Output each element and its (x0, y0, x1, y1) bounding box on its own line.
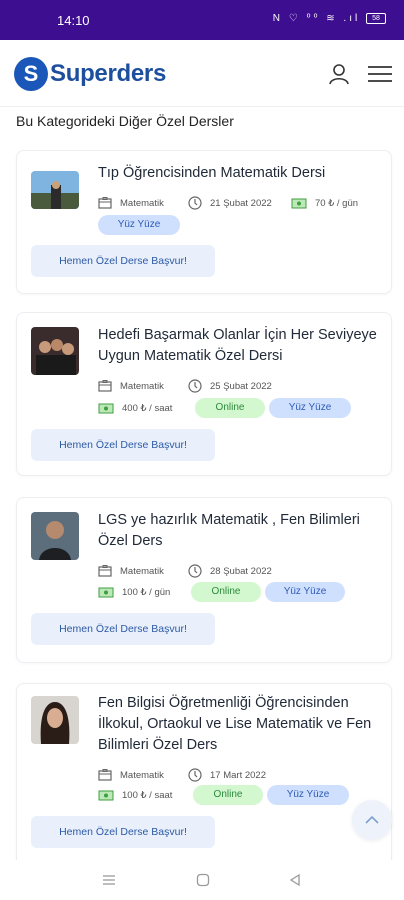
nav-back-icon[interactable] (288, 873, 302, 887)
clock-icon (188, 379, 202, 393)
lesson-subject: Matematik (98, 197, 164, 209)
lesson-price: 400 ₺ / saat (98, 402, 172, 414)
subject-text: Matematik (120, 769, 164, 781)
badge-face-to-face: Yüz Yüze (98, 215, 180, 235)
money-icon (98, 403, 114, 414)
date-text: 17 Mart 2022 (210, 769, 266, 781)
badge-face-to-face: Yüz Yüze (265, 582, 345, 602)
price-text: 100 ₺ / gün (122, 586, 171, 598)
subject-text: Matematik (120, 565, 164, 577)
subject-text: Matematik (120, 380, 164, 392)
book-icon (98, 769, 112, 781)
apply-button[interactable]: Hemen Özel Derse Başvur! (31, 816, 215, 848)
apply-button[interactable]: Hemen Özel Derse Başvur! (31, 429, 215, 461)
lesson-date: 28 Şubat 2022 (188, 564, 272, 578)
lesson-date: 17 Mart 2022 (188, 768, 266, 782)
lesson-card[interactable]: Hedefi Başarmak Olanlar İçin Her Seviyey… (16, 312, 392, 476)
lesson-price: 70 ₺ / gün (291, 197, 358, 209)
status-time: 14:10 (57, 13, 90, 28)
badge-face-to-face: Yüz Yüze (267, 785, 349, 805)
lesson-card[interactable]: LGS ye hazırlık Matematik , Fen Bilimler… (16, 497, 392, 663)
lesson-subject: Matematik (98, 565, 164, 577)
lesson-card[interactable]: Tıp Öğrencisinden Matematik Dersi Matema… (16, 150, 392, 294)
battery-icon: 58 (366, 13, 386, 24)
nav-menu-icon[interactable] (102, 873, 116, 887)
badge-online: Online (191, 582, 261, 602)
teacher-avatar (31, 512, 79, 560)
scroll-top-button[interactable] (352, 800, 392, 840)
hamburger-menu-icon[interactable] (366, 64, 392, 84)
user-icon[interactable] (328, 63, 350, 85)
lesson-subject: Matematik (98, 769, 164, 781)
badge-online: Online (193, 785, 263, 805)
lesson-price: 100 ₺ / gün (98, 586, 170, 598)
price-text: 100 ₺ / saat (122, 789, 173, 801)
teacher-avatar (31, 171, 79, 209)
lesson-title[interactable]: Hedefi Başarmak Olanlar İçin Her Seviyey… (98, 325, 378, 367)
price-text: 400 ₺ / saat (122, 402, 173, 414)
date-text: 28 Şubat 2022 (210, 565, 272, 577)
lesson-title[interactable]: Fen Bilgisi Öğretmenliği Öğrencisinden İ… (98, 693, 378, 756)
app-header: S Superders (0, 40, 404, 107)
subject-text: Matematik (120, 197, 164, 209)
apply-button[interactable]: Hemen Özel Derse Başvur! (31, 613, 215, 645)
clock-icon (188, 196, 202, 210)
section-title: Bu Kategorideki Diğer Özel Dersler (16, 113, 234, 129)
teacher-avatar (31, 327, 79, 375)
status-bar: 14:10 N ♡ ⁰⁰ ≋ .ıl 58 (0, 0, 404, 40)
apply-button[interactable]: Hemen Özel Derse Başvur! (31, 245, 215, 277)
book-icon (98, 380, 112, 392)
badge-face-to-face: Yüz Yüze (269, 398, 351, 418)
superders-logo[interactable]: S Superders (14, 56, 166, 92)
money-icon (98, 587, 114, 598)
logo-mark: S (14, 57, 48, 91)
lesson-card[interactable]: Fen Bilgisi Öğretmenliği Öğrencisinden İ… (16, 683, 392, 885)
badge-online: Online (195, 398, 265, 418)
date-text: 25 Şubat 2022 (210, 380, 272, 392)
status-icons-text: N ♡ ⁰⁰ ≋ .ıl (272, 13, 361, 25)
book-icon (98, 197, 112, 209)
book-icon (98, 565, 112, 577)
money-icon (98, 790, 114, 801)
lesson-title[interactable]: LGS ye hazırlık Matematik , Fen Bilimler… (98, 510, 378, 552)
clock-icon (188, 768, 202, 782)
teacher-avatar (31, 696, 79, 744)
chevron-up-icon (365, 815, 379, 824)
lesson-date: 25 Şubat 2022 (188, 379, 272, 393)
clock-icon (188, 564, 202, 578)
status-icons: N ♡ ⁰⁰ ≋ .ıl 58 (273, 13, 386, 24)
price-text: 70 ₺ / gün (315, 197, 359, 209)
money-icon (291, 198, 307, 209)
lesson-price: 100 ₺ / saat (98, 789, 172, 801)
lesson-title[interactable]: Tıp Öğrencisinden Matematik Dersi (98, 163, 378, 184)
logo-text: Superders (50, 60, 167, 87)
nav-home-icon[interactable] (196, 873, 210, 887)
lesson-subject: Matematik (98, 380, 164, 392)
system-nav-bar (0, 860, 404, 900)
lesson-date: 21 Şubat 2022 (188, 196, 272, 210)
date-text: 21 Şubat 2022 (210, 197, 272, 209)
